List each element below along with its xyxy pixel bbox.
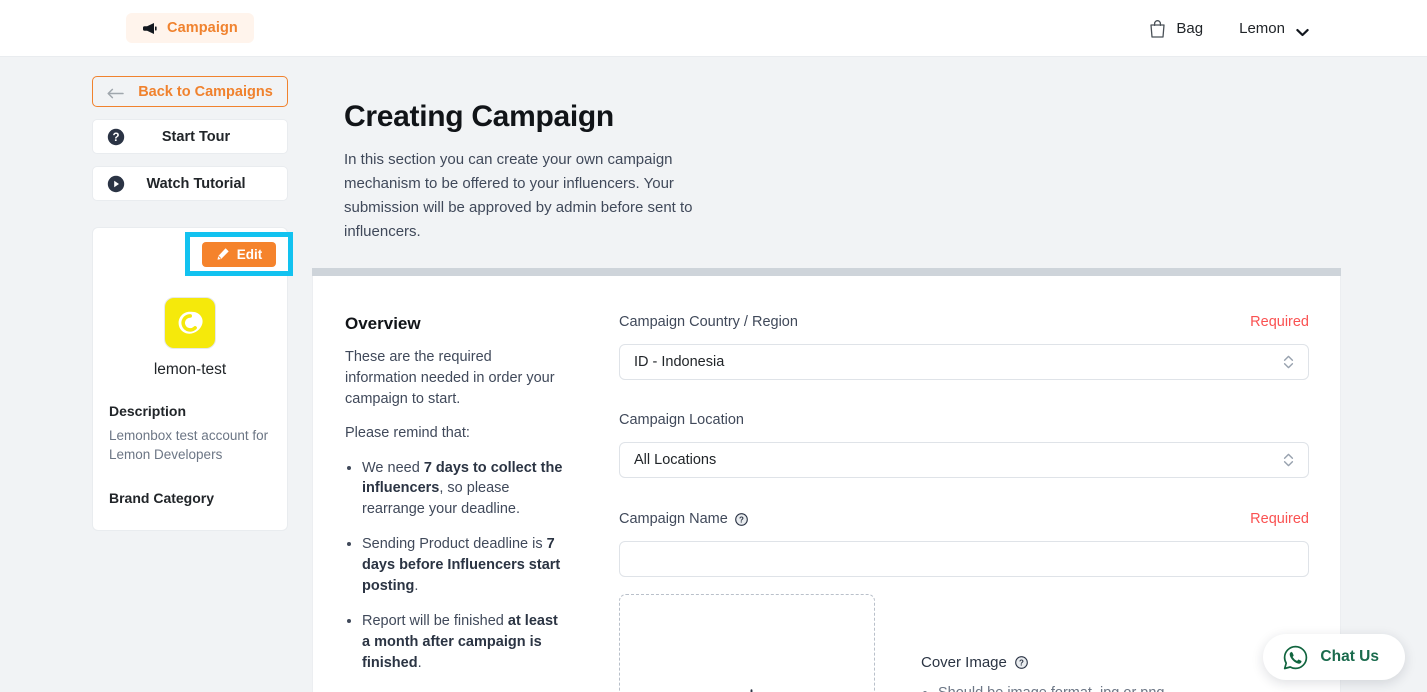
cover-image-title: Cover Image ? xyxy=(921,654,1169,671)
user-menu-label: Lemon xyxy=(1239,20,1285,37)
bag-icon xyxy=(1149,19,1166,38)
arrow-left-icon xyxy=(107,86,124,99)
campaign-country-field: Campaign Country / Region Required ID - … xyxy=(619,312,1309,380)
page-header: Creating Campaign In this section you ca… xyxy=(344,100,748,245)
start-tour-button[interactable]: ? Start Tour xyxy=(92,119,288,154)
svg-text:?: ? xyxy=(112,132,119,144)
campaign-name-required-badge: Required xyxy=(1250,511,1309,527)
campaign-form-card: Overview These are the required informat… xyxy=(312,268,1341,692)
chevron-updown-icon xyxy=(1283,452,1294,468)
user-menu-button[interactable]: Lemon xyxy=(1239,20,1309,37)
campaign-location-field-head: Campaign Location xyxy=(619,410,1309,430)
overview-bullet-list: We need 7 days to collect the influencer… xyxy=(345,458,565,674)
back-to-campaigns-button[interactable]: Back to Campaigns xyxy=(92,76,288,107)
field-spacer xyxy=(619,380,1309,410)
nav-item-campaign[interactable]: Campaign xyxy=(126,13,254,43)
cover-image-dropzone[interactable] xyxy=(619,594,875,692)
description-title: Description xyxy=(109,403,187,419)
campaign-name-input[interactable] xyxy=(619,541,1309,577)
top-navigation-bar: Campaign Bag Lemon xyxy=(0,0,1427,57)
campaign-form: Campaign Country / Region Required ID - … xyxy=(619,312,1309,577)
campaign-country-select[interactable]: ID - Indonesia xyxy=(619,344,1309,380)
cover-image-info: Cover Image ? Should be image format, jp… xyxy=(921,654,1169,692)
brand-name: lemon-test xyxy=(153,361,227,378)
bag-label: Bag xyxy=(1176,20,1204,37)
help-circle-icon[interactable]: ? xyxy=(1015,656,1028,669)
page-subtitle: In this section you can create your own … xyxy=(344,151,693,241)
overview-section: Overview These are the required informat… xyxy=(345,314,565,687)
bullet-post: . xyxy=(414,577,419,594)
cover-image-notes: Should be image format, jpg or png. xyxy=(921,683,1169,692)
bullet-pre: Sending Product deadline is xyxy=(362,536,547,553)
edit-button-label: Edit xyxy=(236,246,263,262)
overview-title: Overview xyxy=(345,314,421,333)
overview-remind: Please remind that: xyxy=(345,424,470,441)
edit-button[interactable]: Edit xyxy=(202,241,276,267)
campaign-country-value: ID - Indonesia xyxy=(634,354,725,370)
nav-item-campaign-label: Campaign xyxy=(167,20,238,36)
help-circle-icon[interactable]: ? xyxy=(734,512,748,526)
top-bar-right-group: Bag Lemon xyxy=(1149,0,1309,57)
chevron-down-icon xyxy=(1296,24,1309,37)
question-circle-icon: ? xyxy=(107,128,125,146)
chat-us-button[interactable]: Chat Us xyxy=(1263,634,1405,680)
campaign-name-label-text: Campaign Name xyxy=(619,511,728,527)
campaign-location-value: All Locations xyxy=(634,452,717,468)
cover-image-title-text: Cover Image xyxy=(921,654,1007,671)
brand-profile-card: Edit lemon-test Description Lemonbox tes… xyxy=(92,227,293,531)
chat-us-label: Chat Us xyxy=(1320,648,1379,665)
overview-intro: These are the required information neede… xyxy=(345,349,555,407)
chevron-updown-icon xyxy=(1283,354,1294,370)
campaign-name-field-head: Campaign Name ? Required xyxy=(619,509,1309,529)
bullet-pre: Report will be finished xyxy=(362,612,508,629)
whatsapp-icon xyxy=(1283,645,1308,670)
play-circle-icon xyxy=(107,175,125,193)
campaign-location-select[interactable]: All Locations xyxy=(619,442,1309,478)
watch-tutorial-button[interactable]: Watch Tutorial xyxy=(92,166,288,201)
svg-text:?: ? xyxy=(739,515,744,524)
campaign-country-required-badge: Required xyxy=(1250,314,1309,330)
pencil-icon xyxy=(216,247,230,261)
page-title: Creating Campaign xyxy=(344,100,614,133)
description-body: Lemonbox test account for Lemon Develope… xyxy=(109,428,269,463)
list-item: Report will be finished at least a month… xyxy=(362,611,565,674)
campaign-country-label: Campaign Country / Region xyxy=(619,314,798,330)
add-image-icon xyxy=(730,687,764,692)
svg-text:?: ? xyxy=(1019,659,1024,668)
campaign-name-label: Campaign Name ? xyxy=(619,511,748,527)
campaign-country-field-head: Campaign Country / Region Required xyxy=(619,312,1309,332)
list-item: We need 7 days to collect the influencer… xyxy=(362,458,565,521)
bullet-pre: We need xyxy=(362,459,424,476)
brand-logo-glyph xyxy=(175,308,205,338)
brand-logo xyxy=(164,297,216,349)
bag-button[interactable]: Bag xyxy=(1149,19,1203,38)
edit-button-highlight: Edit xyxy=(185,232,293,276)
field-spacer xyxy=(619,478,1309,509)
bullet-post: . xyxy=(417,654,422,671)
list-item: Sending Product deadline is 7 days befor… xyxy=(362,534,565,597)
left-sidebar: Back to Campaigns ? Start Tour Watch Tut… xyxy=(92,76,293,531)
campaign-name-field: Campaign Name ? Required xyxy=(619,509,1309,577)
form-progress-bar xyxy=(312,268,1341,276)
list-item: Should be image format, jpg or png. xyxy=(938,683,1169,692)
campaign-location-label: Campaign Location xyxy=(619,412,744,428)
megaphone-icon xyxy=(142,22,158,35)
campaign-location-field: Campaign Location All Locations xyxy=(619,410,1309,478)
brand-category-title: Brand Category xyxy=(109,490,215,507)
back-to-campaigns-label: Back to Campaigns xyxy=(138,83,273,100)
